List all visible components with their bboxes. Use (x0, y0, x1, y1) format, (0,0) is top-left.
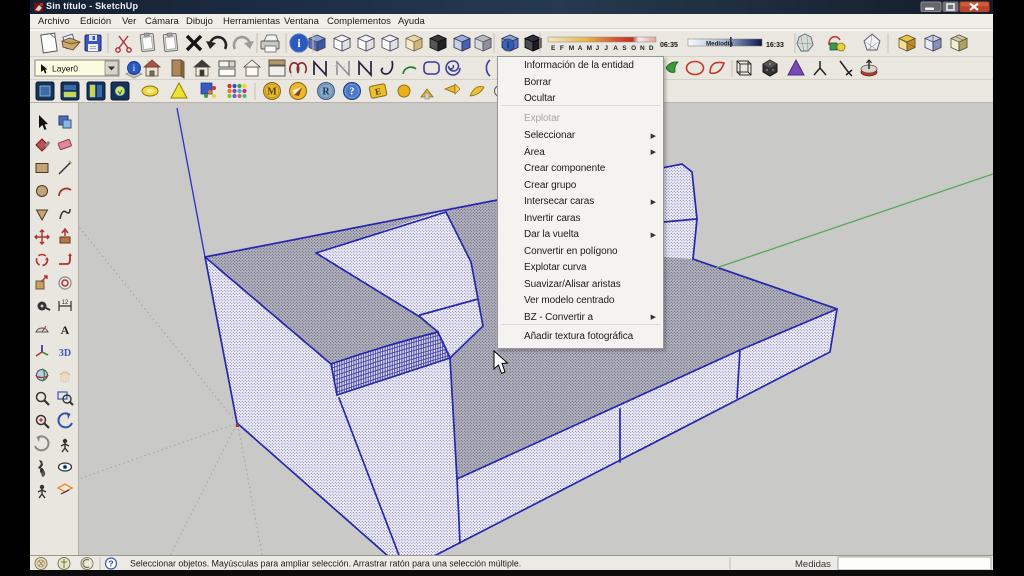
svg-text:?: ? (108, 559, 113, 569)
svg-text:Layer0: Layer0 (52, 64, 78, 74)
svg-text:Seleccionar objetos. Mayúscula: Seleccionar objetos. Mayúsculas para amp… (130, 559, 521, 569)
svg-text:12: 12 (62, 300, 69, 306)
svg-text:R: R (322, 87, 330, 98)
svg-text:J: J (604, 45, 608, 52)
svg-text:3D: 3D (59, 348, 71, 359)
svg-text:F: F (560, 45, 564, 52)
svg-text:16:33: 16:33 (766, 42, 784, 49)
svg-text:M: M (267, 87, 277, 98)
svg-text:i: i (507, 41, 509, 50)
svg-text:M: M (587, 45, 592, 52)
svg-text:E: E (551, 45, 556, 52)
svg-text:A: A (613, 45, 618, 52)
svg-text:D: D (649, 45, 654, 52)
svg-text:Mediodía: Mediodía (706, 41, 733, 48)
svg-text:Medidas: Medidas (795, 559, 831, 570)
svg-text:J: J (596, 45, 600, 52)
svg-text:A: A (61, 323, 70, 337)
svg-text:06:35: 06:35 (660, 42, 678, 49)
svg-text:O: O (631, 45, 636, 52)
svg-text:S: S (622, 45, 627, 52)
svg-text:M: M (569, 45, 574, 52)
svg-text:?: ? (350, 87, 355, 98)
svg-text:A: A (578, 45, 583, 52)
svg-text:N: N (640, 45, 645, 52)
